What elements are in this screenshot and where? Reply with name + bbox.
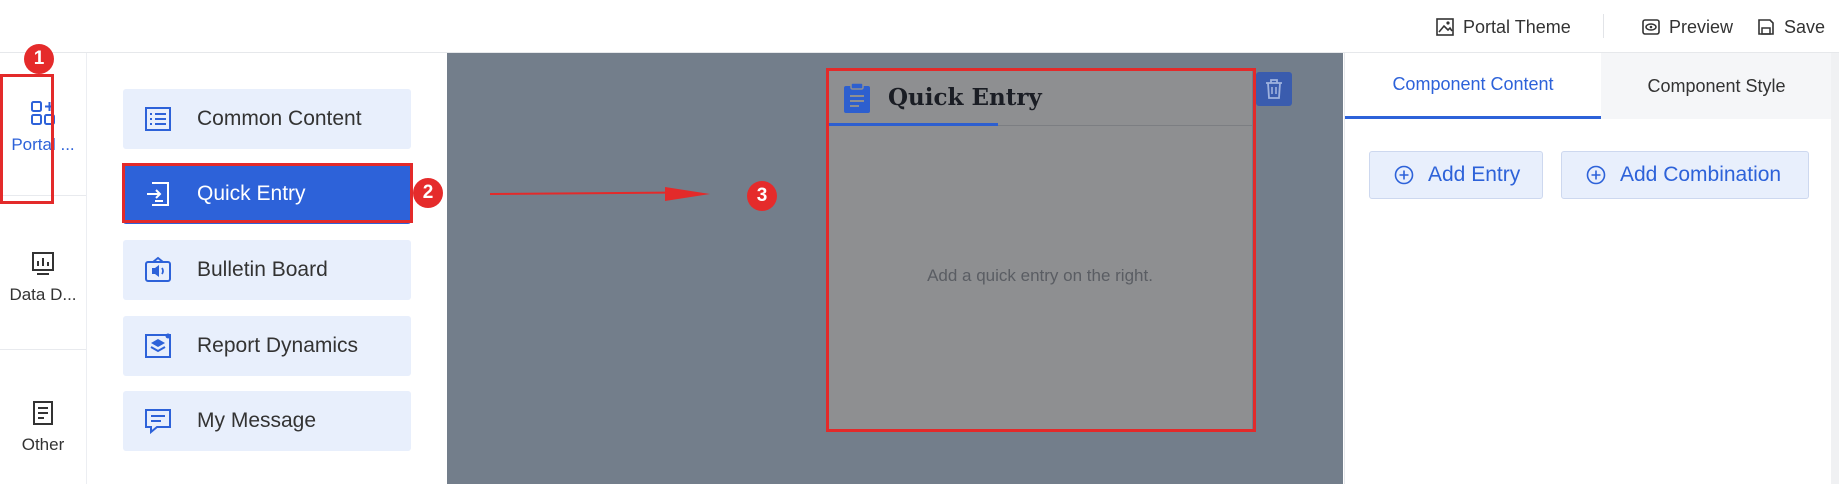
delete-component-button[interactable] (1256, 72, 1292, 106)
apps-add-icon (31, 101, 55, 125)
tab-component-style[interactable]: Component Style (1601, 53, 1832, 119)
rail-divider (0, 195, 86, 196)
add-combination-label: Add Combination (1620, 163, 1782, 186)
eye-icon (1642, 19, 1660, 35)
list-icon (145, 107, 171, 131)
portal-theme-label: Portal Theme (1463, 16, 1571, 37)
palette-item-quick-entry[interactable]: Quick Entry (123, 164, 411, 224)
properties-panel: Component Content Component Style Add En… (1344, 53, 1839, 484)
rail-item-other[interactable]: Other (0, 399, 86, 455)
tab-label: Component Content (1392, 74, 1554, 94)
megaphone-icon (145, 256, 171, 282)
annotation-badge-1: 1 (24, 44, 54, 74)
document-icon (33, 401, 53, 425)
palette-item-report-dynamics[interactable]: Report Dynamics (123, 316, 411, 376)
annotation-arrow (490, 187, 710, 201)
annotation-badge-2: 2 (413, 178, 443, 208)
toolbar-divider (1603, 14, 1604, 38)
chart-icon (32, 252, 54, 275)
save-button[interactable]: Save (1756, 14, 1825, 40)
palette-item-label: My Message (197, 409, 317, 432)
quick-entry-card[interactable]: Quick Entry Add a quick entry on the rig… (828, 70, 1252, 430)
rail-label: Data D... (9, 285, 77, 304)
left-rail: Portal ... Data D... Other (0, 53, 87, 484)
palette-item-my-message[interactable]: My Message (123, 391, 411, 451)
add-combination-button[interactable]: Add Combination (1561, 151, 1809, 199)
component-palette: Common Content Quick Entry Bulletin Boar… (87, 53, 447, 484)
palette-item-common-content[interactable]: Common Content (123, 89, 411, 149)
plus-circle-icon (1586, 165, 1606, 185)
annotation-badge-3: 3 (747, 181, 777, 211)
rail-label: Portal ... (11, 135, 75, 154)
tab-component-content[interactable]: Component Content (1345, 53, 1601, 119)
rail-label: Other (21, 435, 65, 454)
save-icon (1758, 19, 1774, 35)
palette-item-label: Report Dynamics (197, 334, 359, 357)
palette-item-label: Common Content (197, 107, 362, 130)
image-icon (1436, 18, 1454, 36)
add-entry-button[interactable]: Add Entry (1369, 151, 1543, 199)
save-label: Save (1784, 16, 1826, 37)
page-scrollbar[interactable] (1831, 53, 1839, 484)
rail-item-data[interactable]: Data D... (0, 249, 86, 305)
card-header: Quick Entry (828, 70, 1252, 126)
clipboard-icon (844, 82, 870, 113)
palette-item-bulletin-board[interactable]: Bulletin Board (123, 240, 411, 300)
preview-label: Preview (1669, 16, 1734, 37)
rail-divider (0, 349, 86, 350)
rail-item-portal[interactable]: Portal ... (0, 99, 86, 155)
card-title: Quick Entry (888, 84, 1042, 111)
preview-button[interactable]: Preview (1641, 14, 1733, 40)
portal-theme-button[interactable]: Portal Theme (1435, 14, 1571, 40)
trash-icon (1266, 79, 1282, 99)
plus-circle-icon (1394, 165, 1414, 185)
tab-label: Component Style (1647, 75, 1786, 96)
message-icon (145, 409, 171, 435)
top-toolbar: Portal Theme Preview Save (0, 0, 1839, 53)
palette-item-label: Quick Entry (197, 182, 306, 205)
add-entry-label: Add Entry (1428, 163, 1521, 186)
card-empty-text: Add a quick entry on the right. (927, 266, 1153, 285)
palette-item-label: Bulletin Board (197, 258, 328, 281)
layers-icon (145, 333, 171, 358)
card-title-underline (828, 123, 998, 126)
entry-icon (147, 182, 169, 206)
